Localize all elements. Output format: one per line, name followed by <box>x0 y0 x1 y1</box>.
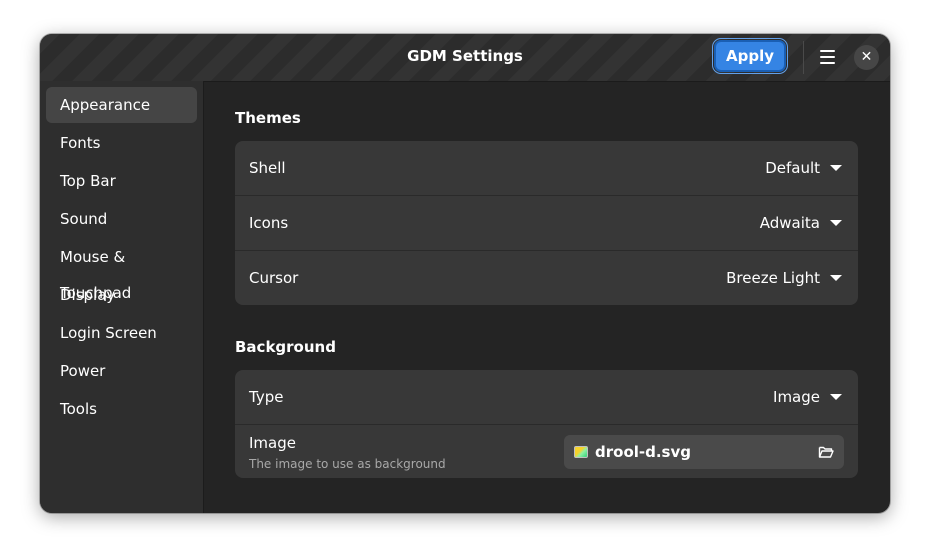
background-image-row: Image The image to use as background dro… <box>235 425 858 478</box>
main-content: Themes Shell Default Icons Adwaita Curso… <box>204 81 890 513</box>
cursor-dropdown[interactable]: Breeze Light <box>726 251 842 305</box>
sidebar-item-top-bar[interactable]: Top Bar <box>46 163 197 199</box>
gdm-settings-window: GDM Settings Apply ✕ Appearance Fonts To… <box>40 34 890 513</box>
image-sublabel: The image to use as background <box>249 457 446 471</box>
sidebar-item-login-screen[interactable]: Login Screen <box>46 315 197 351</box>
background-section-title: Background <box>235 338 336 356</box>
sidebar: Appearance Fonts Top Bar Sound Mouse & T… <box>40 81 204 513</box>
folder-open-icon <box>818 446 834 458</box>
header-separator <box>803 41 804 74</box>
cursor-theme-row[interactable]: Cursor Breeze Light <box>235 251 858 305</box>
background-type-row[interactable]: Type Image <box>235 370 858 425</box>
background-card: Type Image Image The image to use as bac… <box>235 370 858 478</box>
close-icon[interactable]: ✕ <box>854 45 879 70</box>
image-file-name: drool-d.svg <box>595 443 691 461</box>
sidebar-item-power[interactable]: Power <box>46 353 197 389</box>
icons-dropdown[interactable]: Adwaita <box>760 196 842 250</box>
type-label: Type <box>249 388 284 406</box>
type-value: Image <box>773 388 820 406</box>
image-file-chooser-button[interactable]: drool-d.svg <box>564 435 844 469</box>
cursor-label: Cursor <box>249 269 299 287</box>
sidebar-item-appearance[interactable]: Appearance <box>46 87 197 123</box>
apply-button[interactable]: Apply <box>712 38 788 74</box>
chevron-down-icon <box>830 275 842 281</box>
sidebar-item-sound[interactable]: Sound <box>46 201 197 237</box>
shell-label: Shell <box>249 159 286 177</box>
shell-value: Default <box>765 159 820 177</box>
icons-label: Icons <box>249 214 289 232</box>
cursor-value: Breeze Light <box>726 269 820 287</box>
themes-card: Shell Default Icons Adwaita Cursor Breez… <box>235 141 858 305</box>
type-dropdown[interactable]: Image <box>773 370 842 424</box>
icons-theme-row[interactable]: Icons Adwaita <box>235 196 858 251</box>
image-file-icon <box>574 446 588 458</box>
chevron-down-icon <box>830 394 842 400</box>
hamburger-menu-icon[interactable] <box>812 43 842 71</box>
shell-dropdown[interactable]: Default <box>765 141 842 195</box>
sidebar-item-display[interactable]: Display <box>46 277 197 313</box>
sidebar-item-fonts[interactable]: Fonts <box>46 125 197 161</box>
sidebar-item-mouse-touchpad[interactable]: Mouse & Touchpad <box>46 239 197 302</box>
shell-theme-row[interactable]: Shell Default <box>235 141 858 196</box>
themes-section-title: Themes <box>235 109 301 127</box>
sidebar-item-tools[interactable]: Tools <box>46 391 197 427</box>
chevron-down-icon <box>830 220 842 226</box>
icons-value: Adwaita <box>759 214 820 232</box>
header-bar: GDM Settings Apply ✕ <box>40 34 890 82</box>
chevron-down-icon <box>830 165 842 171</box>
image-label: Image <box>249 434 296 452</box>
